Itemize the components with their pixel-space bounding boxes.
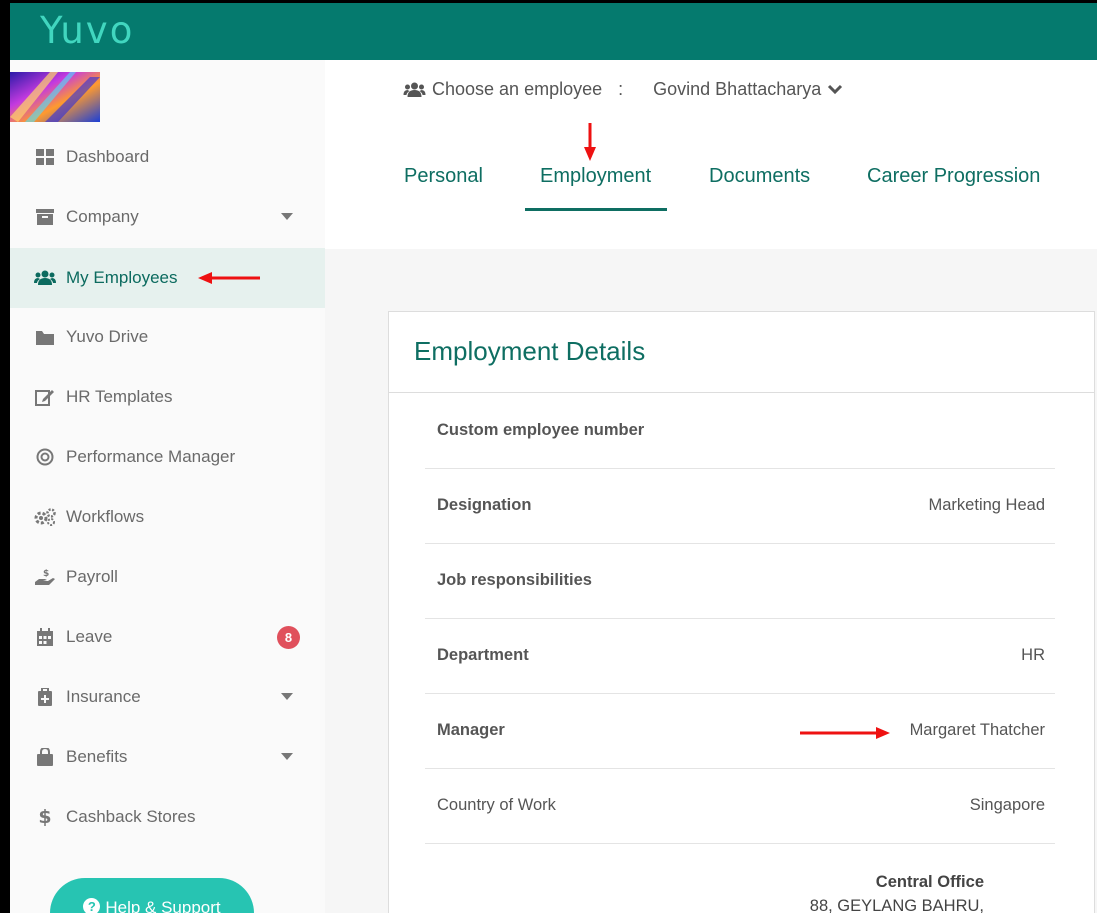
app-window: Yuvo Dashboard Company My Employees Yuvo… (10, 3, 1097, 913)
sidebar-item-cashback-stores[interactable]: $ Cashback Stores (10, 787, 325, 847)
detail-row-department: Department HR (425, 618, 1055, 694)
annotation-arrow-left-icon (198, 272, 260, 284)
row-label: Custom employee number (437, 421, 645, 439)
office-name: Central Office (875, 873, 984, 891)
row-label: Designation (437, 496, 532, 514)
label-separator: : (618, 79, 624, 99)
chevron-down-icon (827, 84, 843, 95)
sidebar-item-performance-manager[interactable]: Performance Manager (10, 427, 325, 487)
employee-chooser: Choose an employee : Govind Bhattacharya (403, 79, 843, 100)
users-icon (403, 82, 426, 98)
dashboard-icon (34, 146, 56, 168)
shopping-bag-icon (34, 746, 56, 768)
row-value: Margaret Thatcher (909, 721, 1045, 739)
detail-row-custom-employee-number: Custom employee number (425, 393, 1055, 469)
office-address-line: 88, GEYLANG BAHRU, (809, 897, 984, 913)
sidebar-item-workflows[interactable]: Workflows (10, 487, 325, 547)
hand-dollar-icon: $ (34, 566, 56, 588)
tab-personal[interactable]: Personal (404, 165, 483, 188)
top-bar: Yuvo (10, 3, 1097, 60)
row-label: Country of Work (437, 796, 556, 814)
help-support-label: Help & Support (105, 898, 221, 913)
sidebar-item-hr-templates[interactable]: HR Templates (10, 367, 325, 427)
card-title: Employment Details (414, 336, 646, 366)
question-circle-icon: ? (83, 898, 101, 913)
sidebar-item-label: Benefits (66, 747, 128, 766)
sidebar-item-leave[interactable]: Leave 8 (10, 607, 325, 667)
tab-employment[interactable]: Employment (540, 165, 651, 188)
dollar-icon: $ (38, 806, 52, 828)
sidebar-item-label: My Employees (66, 268, 178, 287)
office-address: Central Office 88, GEYLANG BAHRU, (810, 870, 984, 913)
sidebar-item-my-employees[interactable]: My Employees (10, 248, 325, 308)
tab-documents[interactable]: Documents (709, 165, 810, 188)
yuvo-logo[interactable]: Yuvo (40, 9, 134, 52)
gears-icon (34, 506, 56, 528)
medical-briefcase-icon (34, 686, 56, 708)
row-label: Department (437, 646, 529, 664)
sidebar-item-label: Yuvo Drive (66, 327, 149, 346)
tab-career-progression[interactable]: Career Progression (867, 165, 1040, 188)
annotation-arrow-right-icon (800, 727, 890, 739)
sidebar-item-label: Performance Manager (66, 447, 236, 466)
detail-row-job-responsibilities: Job responsibilities (425, 543, 1055, 619)
target-icon (34, 446, 56, 468)
row-value: Singapore (969, 796, 1045, 814)
sidebar-item-company[interactable]: Company (10, 187, 325, 247)
sidebar: Dashboard Company My Employees Yuvo Driv… (10, 60, 325, 913)
sidebar-item-insurance[interactable]: Insurance (10, 667, 325, 727)
sidebar-item-dashboard[interactable]: Dashboard (10, 127, 325, 187)
sidebar-item-yuvo-drive[interactable]: Yuvo Drive (10, 307, 325, 367)
annotation-arrow-down-icon (584, 123, 596, 161)
sidebar-item-label: Cashback Stores (66, 807, 196, 826)
edit-icon (34, 386, 56, 408)
sidebar-item-benefits[interactable]: Benefits (10, 727, 325, 787)
help-support-button[interactable]: ? Help & Support (50, 878, 254, 913)
users-icon (34, 267, 56, 289)
selected-employee: Govind Bhattacharya (653, 79, 822, 99)
sidebar-item-label: Insurance (66, 687, 141, 706)
row-value: HR (1021, 646, 1045, 664)
sidebar-item-label: Dashboard (66, 147, 150, 166)
svg-text:$: $ (43, 569, 49, 579)
company-logo-image[interactable] (10, 72, 100, 122)
main-content: Choose an employee : Govind Bhattacharya… (325, 60, 1097, 913)
detail-row-designation: Designation Marketing Head (425, 468, 1055, 544)
sidebar-item-label: Payroll (66, 567, 118, 586)
active-tab-indicator (525, 208, 667, 211)
sidebar-item-label: Company (66, 207, 139, 226)
sidebar-item-label: Workflows (66, 507, 145, 526)
employee-select[interactable]: Govind Bhattacharya (653, 79, 843, 100)
row-label: Manager (437, 721, 505, 739)
detail-row-manager: Manager Margaret Thatcher (425, 693, 1055, 769)
row-value: Marketing Head (928, 496, 1045, 514)
caret-down-icon (281, 753, 293, 760)
sidebar-item-label: Leave (66, 627, 113, 646)
caret-down-icon (281, 693, 293, 700)
sidebar-item-payroll[interactable]: $ Payroll (10, 547, 325, 607)
leave-count-badge: 8 (277, 626, 300, 649)
folder-icon (34, 326, 56, 348)
detail-row-country-of-work: Country of Work Singapore (425, 768, 1055, 844)
row-label: Job responsibilities (437, 571, 592, 589)
calendar-icon (34, 626, 56, 648)
choose-employee-label: Choose an employee (432, 79, 603, 99)
employment-details-card: Employment Details Custom employee numbe… (388, 311, 1095, 913)
caret-down-icon (281, 213, 293, 220)
sidebar-item-label: HR Templates (66, 387, 173, 406)
archive-icon (34, 206, 56, 228)
